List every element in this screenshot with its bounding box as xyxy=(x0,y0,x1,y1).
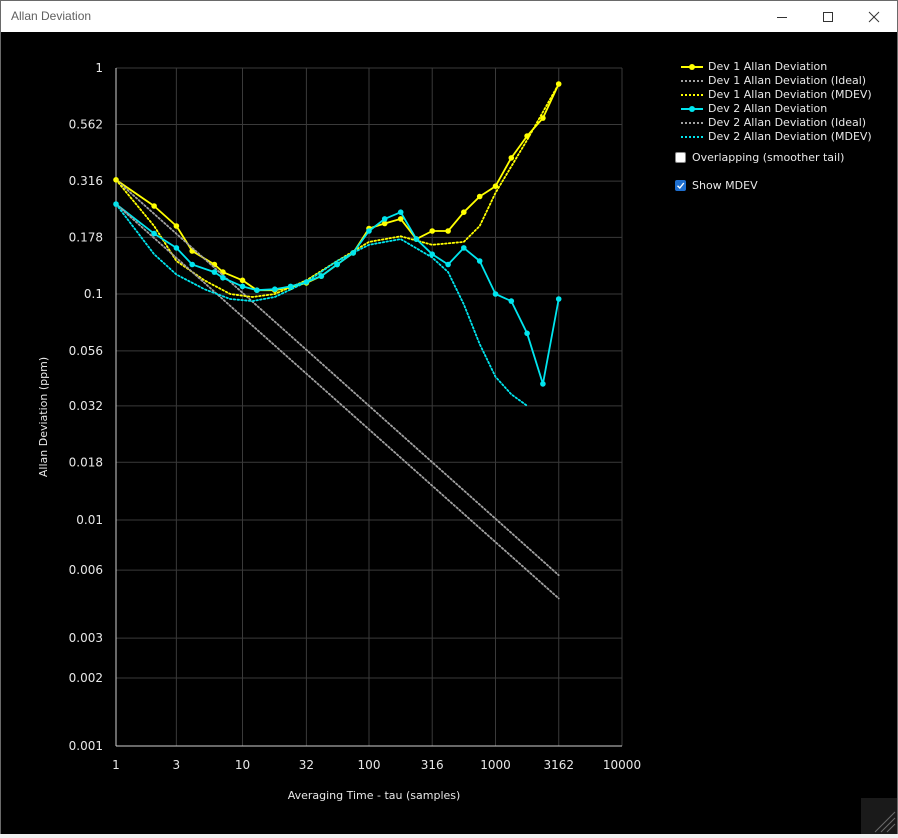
data-point-series-1 xyxy=(445,228,451,234)
data-point-series-4 xyxy=(366,228,372,234)
x-tick-label: 1000 xyxy=(480,758,511,772)
data-point-series-4 xyxy=(508,298,515,304)
legend-label: Dev 2 Allan Deviation xyxy=(708,102,828,115)
minimize-icon xyxy=(777,16,787,18)
data-point-series-1 xyxy=(429,228,436,234)
data-point-series-4 xyxy=(381,216,388,222)
data-point-series-4 xyxy=(413,236,420,242)
x-tick-label: 100 xyxy=(358,758,381,772)
y-tick-label: 0.01 xyxy=(76,513,103,527)
y-tick-label: 0.018 xyxy=(69,455,103,469)
data-point-series-4 xyxy=(540,381,546,387)
y-tick-label: 0.002 xyxy=(69,671,103,685)
chart-area: 1 3 10 32 100 316 1000 3162 10000 1 0.562 0.316 0.17… xyxy=(1,32,897,834)
maximize-button[interactable] xyxy=(805,1,851,32)
y-tick-label: 0.178 xyxy=(69,230,103,244)
y-tick-label: 0.032 xyxy=(69,399,103,413)
legend-label: Dev 2 Allan Deviation (Ideal) xyxy=(708,116,867,129)
data-point-series-4 xyxy=(272,286,278,292)
overlapping-checkbox-label: Overlapping (smoother tail) xyxy=(692,151,845,164)
data-point-series-1 xyxy=(173,223,180,229)
legend-label: Dev 1 Allan Deviation (Ideal) xyxy=(708,74,867,87)
minimize-button[interactable] xyxy=(759,1,805,32)
legend-swatch xyxy=(681,136,703,138)
x-tick-label: 1 xyxy=(112,758,120,772)
overlapping-checkbox[interactable]: Overlapping (smoother tail) xyxy=(675,151,844,164)
x-tick-label: 10 xyxy=(235,758,250,772)
y-tick-label: 0.001 xyxy=(69,739,103,753)
legend-label: Dev 1 Allan Deviation (MDEV) xyxy=(708,88,872,101)
x-axis-title: Averaging Time - tau (samples) xyxy=(288,789,461,802)
checkmark-icon xyxy=(677,182,685,190)
allan-deviation-window: Allan Deviation 1 3 10 32 100 316 1000 3162 1000… xyxy=(0,0,898,834)
y-tick-label: 0.003 xyxy=(69,631,103,645)
data-point-series-4 xyxy=(476,258,483,264)
show-mdev-checkbox-label: Show MDEV xyxy=(692,179,758,192)
legend-label: Dev 2 Allan Deviation (MDEV) xyxy=(708,130,872,143)
series-line-6 xyxy=(115,203,528,407)
legend-swatch xyxy=(681,80,703,82)
title-bar: Allan Deviation xyxy=(1,1,897,32)
y-tick-label: 0.562 xyxy=(69,118,103,132)
maximize-icon xyxy=(823,11,833,22)
x-tick-label: 3 xyxy=(173,758,181,772)
data-point-series-4 xyxy=(445,261,451,268)
data-point-series-1 xyxy=(508,155,515,161)
data-point-series-4 xyxy=(220,275,226,281)
y-tick-label: 0.316 xyxy=(69,174,103,188)
resize-grip[interactable] xyxy=(861,798,897,834)
y-tick-label: 0.006 xyxy=(69,563,103,577)
x-tick-label: 316 xyxy=(421,758,444,772)
legend-swatch xyxy=(681,106,703,112)
y-axis-title: Allan Deviation (ppm) xyxy=(37,357,50,477)
show-mdev-checkbox[interactable]: Show MDEV xyxy=(675,179,758,192)
data-point-series-1 xyxy=(461,209,467,215)
data-point-series-4 xyxy=(461,245,467,251)
data-point-series-4 xyxy=(492,291,499,297)
y-tick-label: 0.056 xyxy=(69,344,103,358)
data-point-series-1 xyxy=(151,203,157,209)
data-point-series-4 xyxy=(254,287,260,293)
data-point-series-4 xyxy=(211,269,218,275)
x-tick-label: 32 xyxy=(299,758,314,772)
series-line-1 xyxy=(115,83,560,292)
y-tick-label: 1 xyxy=(95,61,103,75)
legend-swatch xyxy=(681,64,703,70)
show-mdev-checkbox-box[interactable] xyxy=(675,180,686,191)
data-point-series-4 xyxy=(239,283,246,290)
data-point-series-4 xyxy=(173,245,180,251)
x-tick-label: 10000 xyxy=(603,758,641,772)
data-point-series-4 xyxy=(189,261,195,268)
y-tick-label: 0.1 xyxy=(84,287,103,301)
data-point-series-4 xyxy=(397,209,404,215)
legend-marker xyxy=(689,64,695,70)
legend-swatch xyxy=(681,122,703,124)
data-point-series-1 xyxy=(492,183,499,189)
close-icon xyxy=(868,11,880,22)
data-point-series-1 xyxy=(239,277,246,284)
legend-label: Dev 1 Allan Deviation xyxy=(708,60,828,73)
overlapping-checkbox-box[interactable] xyxy=(675,152,686,163)
resize-grip-icon xyxy=(874,811,896,833)
close-button[interactable] xyxy=(851,1,897,32)
legend-swatch xyxy=(681,94,703,96)
data-point-series-1 xyxy=(476,193,483,200)
x-tick-label: 3162 xyxy=(543,758,574,772)
window-title: Allan Deviation xyxy=(11,9,92,23)
data-point-series-4 xyxy=(555,296,562,302)
series-line-2 xyxy=(115,178,560,577)
legend-marker xyxy=(689,106,695,112)
data-point-series-4 xyxy=(524,330,530,337)
